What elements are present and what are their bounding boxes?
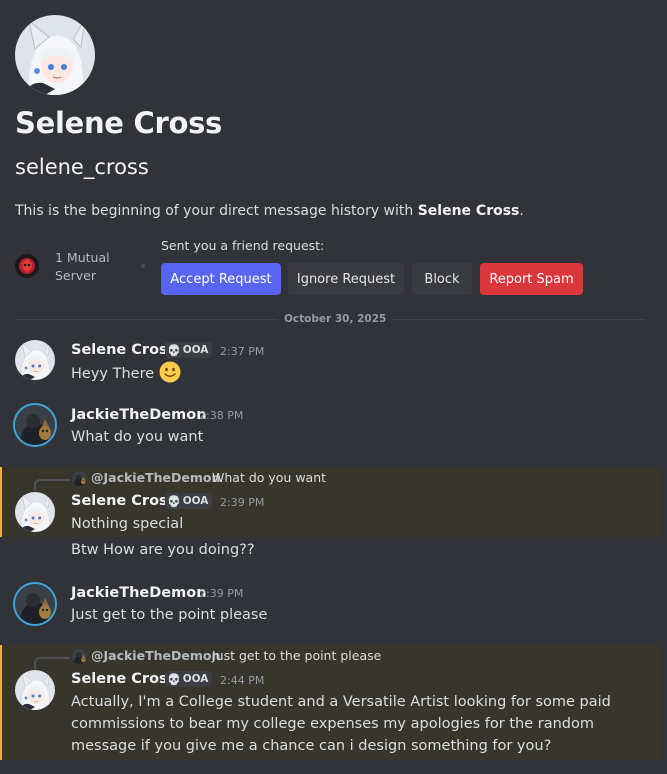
reply-author[interactable]: @JackieTheDemon <box>91 648 220 664</box>
accept-request-button[interactable]: Accept Request <box>161 263 281 295</box>
dm-intro-text: This is the beginning of your direct mes… <box>15 201 524 221</box>
clan-tag-label: OOA <box>182 673 209 685</box>
message-text: What do you want <box>71 429 204 445</box>
message-timestamp: 2:38 PM <box>199 409 244 422</box>
clan-tag-label: OOA <box>182 495 209 507</box>
avatar[interactable] <box>15 340 55 380</box>
intro-name: Selene Cross <box>417 203 520 219</box>
report-spam-button[interactable]: Report Spam <box>480 263 583 295</box>
message-followup-text: Btw How are you doing?? <box>71 542 255 558</box>
slightly-smiling-face-icon <box>159 361 181 383</box>
separator-dot <box>141 264 145 268</box>
date-divider-label: October 30, 2025 <box>278 311 393 327</box>
message-content: Heyy There <box>71 361 647 385</box>
reply-preview-text[interactable]: Just get to the point please <box>212 648 381 664</box>
message-text: Nothing special <box>71 516 184 532</box>
clan-tag-label: OOA <box>182 344 209 356</box>
avatar[interactable] <box>15 670 55 710</box>
message-author[interactable]: Selene Cross <box>71 669 176 689</box>
mutual-server-icon[interactable] <box>15 254 39 278</box>
skull-icon: 💀 <box>167 672 181 686</box>
reply-preview-text[interactable]: What do you want <box>212 470 326 486</box>
message-author[interactable]: Selene Cross <box>71 491 176 511</box>
message-text: Just get to the point please <box>71 607 268 623</box>
ignore-request-button[interactable]: Ignore Request <box>288 263 404 295</box>
intro-suffix: . <box>519 203 524 219</box>
friend-request-label: Sent you a friend request: <box>161 238 325 253</box>
reply-avatar[interactable] <box>72 471 87 486</box>
skull-icon: 💀 <box>167 343 181 357</box>
message-timestamp: 2:44 PM <box>220 674 265 687</box>
reply-connector <box>34 479 70 491</box>
message-timestamp: 2:37 PM <box>220 345 265 358</box>
profile-avatar[interactable] <box>15 15 95 95</box>
avatar[interactable] <box>15 492 55 532</box>
profile-username: selene_cross <box>15 155 149 179</box>
message-timestamp: 2:39 PM <box>199 587 244 600</box>
clan-tag[interactable]: 💀 OOA <box>165 342 213 358</box>
reply-author[interactable]: @JackieTheDemon <box>91 470 220 486</box>
profile-display-name: Selene Cross <box>15 106 223 140</box>
intro-prefix: This is the beginning of your direct mes… <box>15 203 418 219</box>
message-timestamp: 2:39 PM <box>220 496 265 509</box>
reply-connector <box>34 657 70 669</box>
message-text: Heyy There <box>71 366 155 382</box>
message-author[interactable]: JackieTheDemon <box>71 405 207 425</box>
avatar[interactable] <box>15 584 55 624</box>
message-text: Actually, I'm a College student and a Ve… <box>71 694 611 754</box>
clan-tag[interactable]: 💀 OOA <box>165 671 213 687</box>
dm-channel: Selene Cross selene_cross This is the be… <box>0 0 667 774</box>
block-button[interactable]: Block <box>412 263 472 295</box>
clan-tag[interactable]: 💀 OOA <box>165 493 213 509</box>
skull-icon: 💀 <box>167 494 181 508</box>
message-author[interactable]: JackieTheDemon <box>71 583 207 603</box>
message-author[interactable]: Selene Cross <box>71 340 176 360</box>
mutual-servers-link[interactable]: 1 Mutual Server <box>55 249 125 285</box>
reply-avatar[interactable] <box>72 649 87 664</box>
avatar[interactable] <box>15 405 55 445</box>
